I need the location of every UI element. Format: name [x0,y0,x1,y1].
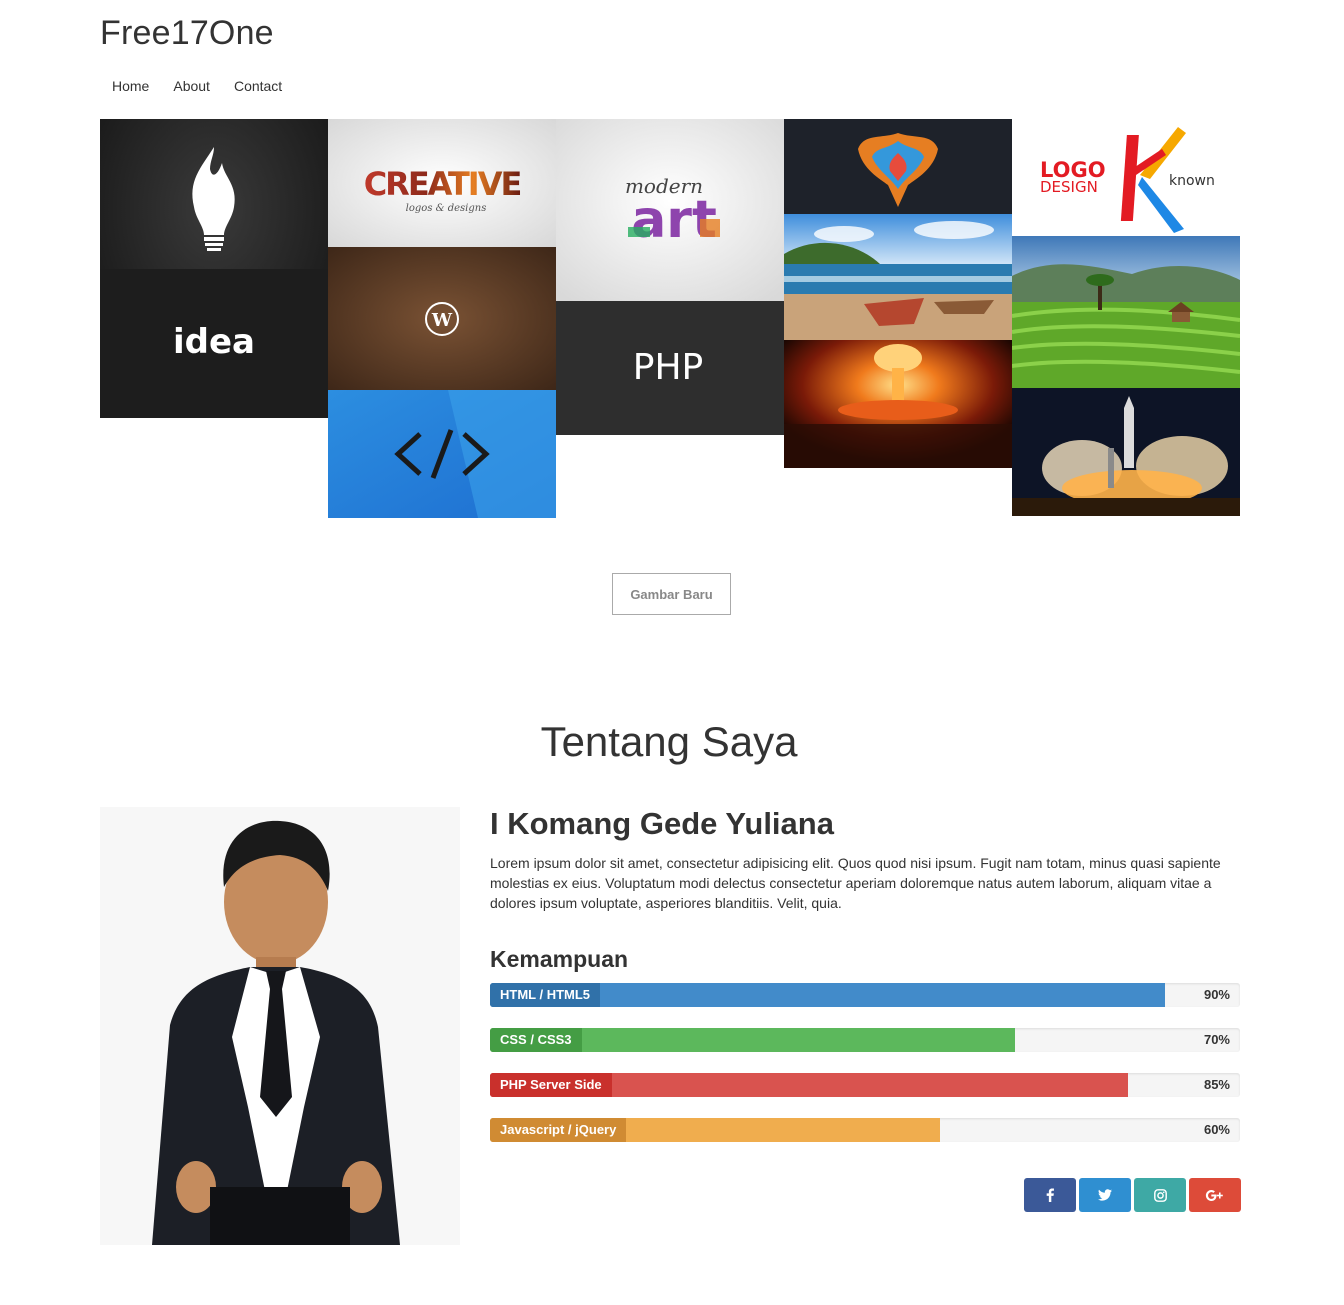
creative-subtext: logos & designs [406,203,487,214]
gallery-tile-logo-design[interactable]: LOGO DESIGN known [1012,119,1240,236]
nav-contact[interactable]: Contact [222,74,294,96]
skill-bar-php: PHP Server Side 85% [490,1073,1240,1097]
gallery-tile-rocket-launch[interactable] [1012,388,1240,516]
google-plus-icon [1205,1189,1223,1201]
known-text: known [1169,173,1215,189]
image-gallery: idea CREATIVE logos & designs W modern a… [100,119,1240,519]
gallery-tile-code[interactable] [328,390,556,518]
twitter-icon [1098,1189,1112,1201]
php-text: PHP [633,347,704,388]
skills-title: Kemampuan [490,946,629,972]
idea-text: idea [173,322,255,362]
gallery-tile-explosion[interactable] [784,340,1012,468]
nav-home[interactable]: Home [100,74,161,96]
skill-bar-css: CSS / CSS3 70% [490,1028,1240,1052]
facebook-icon [1046,1188,1054,1202]
skill-bar-html: HTML / HTML5 90% [490,983,1240,1007]
skill-label: PHP Server Side [490,1073,612,1097]
wordpress-icon: W [431,310,453,331]
main-nav: Home About Contact [100,74,294,96]
about-title: Tentang Saya [540,718,798,765]
profile-name: I Komang Gede Yuliana [490,806,834,841]
twitter-button[interactable] [1079,1178,1131,1212]
creative-text: CREATIVE [364,165,521,203]
skill-label: Javascript / jQuery [490,1118,627,1142]
skill-bar-javascript: Javascript / jQuery 60% [490,1118,1240,1142]
site-brand[interactable]: Free17One [100,14,274,53]
gallery-tile-modern-art[interactable]: modern art [556,119,784,301]
profile-photo [100,807,460,1245]
gallery-tile-idea[interactable]: idea [100,119,328,418]
gallery-tile-beach[interactable] [784,214,1012,340]
design-text: DESIGN [1040,178,1098,196]
instagram-button[interactable] [1134,1178,1186,1212]
instagram-icon [1153,1188,1167,1202]
skill-percent: 90% [1203,987,1230,1002]
skill-label: HTML / HTML5 [490,983,601,1007]
facebook-button[interactable] [1024,1178,1076,1212]
profile-bio: Lorem ipsum dolor sit amet, consectetur … [490,855,1221,911]
gallery-tile-php[interactable]: PHP [556,301,784,435]
skill-percent: 60% [1203,1122,1230,1137]
skill-percent: 70% [1203,1032,1230,1047]
nav-about[interactable]: About [161,74,222,96]
google-plus-button[interactable] [1189,1178,1241,1212]
skill-label: CSS / CSS3 [490,1028,582,1052]
new-images-button[interactable]: Gambar Baru [612,573,731,615]
skill-percent: 85% [1203,1077,1230,1092]
gallery-tile-rice-terrace[interactable] [1012,236,1240,388]
gallery-tile-phoenix[interactable] [784,119,1012,214]
gallery-tile-wordpress[interactable]: W [328,247,556,390]
gallery-tile-creative[interactable]: CREATIVE logos & designs [328,119,556,247]
